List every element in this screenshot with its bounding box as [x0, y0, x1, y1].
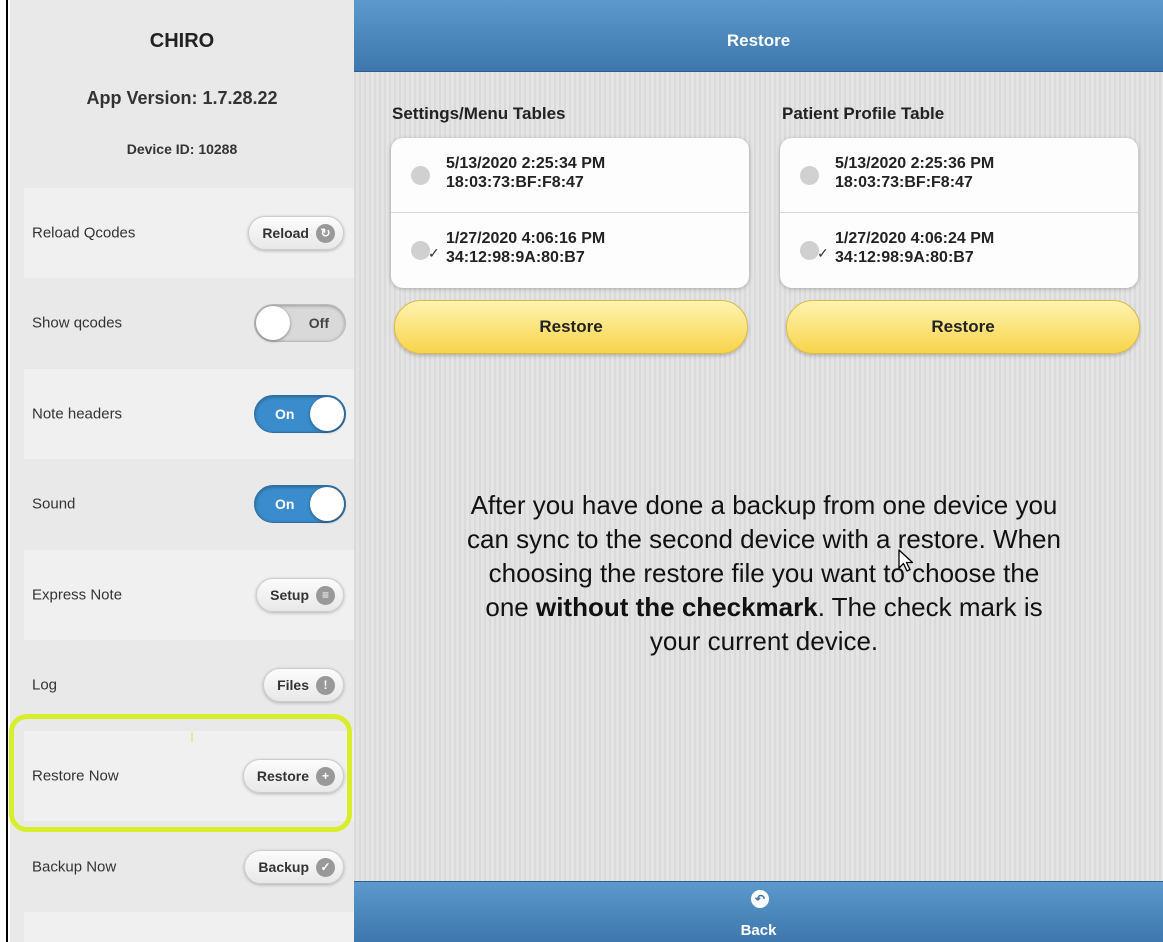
sound-row: Sound On — [24, 459, 354, 549]
log-label: Log — [32, 676, 58, 694]
restore-settings-button[interactable]: Restore — [394, 300, 748, 354]
note-headers-label: Note headers — [32, 405, 123, 423]
backup-now-row: Backup Now Backup ✓ — [24, 822, 354, 912]
sound-toggle-label: On — [275, 496, 295, 512]
express-note-label: Express Note — [32, 586, 123, 604]
back-icon[interactable]: ↶ — [751, 890, 769, 908]
refresh-icon: ↻ — [316, 223, 335, 243]
settings-tables-list: 5/13/2020 2:25:34 PM 18:03:73:BF:F8:47 ✓… — [391, 138, 749, 288]
list-item-text: 5/13/2020 2:25:36 PM 18:03:73:BF:F8:47 — [835, 154, 994, 192]
reload-qcodes-row: Reload Qcodes Reload ↻ — [24, 188, 354, 278]
reload-button[interactable]: Reload ↻ — [248, 216, 344, 250]
reload-qcodes-label: Reload Qcodes — [32, 224, 136, 242]
check-icon: ✓ — [316, 857, 335, 877]
note-headers-toggle[interactable]: On — [254, 395, 346, 433]
setup-button-label: Setup — [270, 587, 309, 603]
item-mac: 18:03:73:BF:F8:47 — [446, 174, 584, 191]
alert-icon: ! — [316, 675, 335, 695]
radio-button[interactable] — [800, 166, 819, 185]
radio-button[interactable] — [411, 166, 430, 185]
app-title: CHIRO — [149, 30, 215, 52]
backup-button-label: Backup — [258, 859, 309, 875]
reload-button-label: Reload — [262, 225, 309, 241]
toggle-knob — [256, 306, 290, 340]
annotation-mark — [191, 732, 193, 742]
list-item[interactable]: ✓ 1/27/2020 4:06:16 PM 34:12:98:9A:80:B7 — [391, 213, 749, 288]
app-version: App Version: 1.7.28.22 — [86, 88, 278, 108]
page-title: Restore — [726, 31, 791, 50]
instruction-emphasis: without the checkmark — [535, 592, 818, 622]
next-row — [24, 912, 354, 942]
restore-panel: Restore Settings/Menu Tables 5/13/2020 2… — [354, 0, 1163, 942]
backup-now-label: Backup Now — [32, 858, 117, 876]
item-mac: 34:12:98:9A:80:B7 — [835, 249, 974, 266]
note-headers-toggle-label: On — [275, 406, 295, 422]
item-mac: 34:12:98:9A:80:B7 — [446, 249, 585, 266]
checkmark-icon: ✓ — [428, 245, 440, 261]
window-edge — [0, 0, 8, 942]
list-item-text: 1/27/2020 4:06:16 PM 34:12:98:9A:80:B7 — [446, 229, 605, 267]
restore-now-highlight — [9, 714, 352, 832]
backup-button[interactable]: Backup ✓ — [244, 850, 344, 884]
list-item[interactable]: 5/13/2020 2:25:36 PM 18:03:73:BF:F8:47 — [780, 138, 1138, 213]
list-item-text: 5/13/2020 2:25:34 PM 18:03:73:BF:F8:47 — [446, 154, 605, 192]
patient-table-list: 5/13/2020 2:25:36 PM 18:03:73:BF:F8:47 ✓… — [780, 138, 1138, 288]
list-item-text: 1/27/2020 4:06:24 PM 34:12:98:9A:80:B7 — [835, 229, 994, 267]
setup-button[interactable]: Setup ≡ — [256, 578, 344, 612]
menu-icon: ≡ — [316, 585, 335, 605]
device-id: Device ID: 10288 — [126, 141, 238, 157]
note-headers-row: Note headers On — [24, 369, 354, 459]
footer-bar: ↶ Back — [354, 881, 1163, 942]
express-note-row: Express Note Setup ≡ — [24, 550, 354, 640]
show-qcodes-toggle[interactable]: Off — [254, 304, 346, 342]
sound-toggle[interactable]: On — [254, 485, 346, 523]
files-button[interactable]: Files ! — [263, 668, 344, 702]
settings-tables-title: Settings/Menu Tables — [392, 104, 566, 123]
list-item[interactable]: ✓ 1/27/2020 4:06:24 PM 34:12:98:9A:80:B7 — [780, 213, 1138, 288]
instruction-text: After you have done a backup from one de… — [464, 488, 1064, 658]
item-date: 1/27/2020 4:06:16 PM — [446, 230, 606, 247]
item-mac: 18:03:73:BF:F8:47 — [835, 174, 973, 191]
list-item[interactable]: 5/13/2020 2:25:34 PM 18:03:73:BF:F8:47 — [391, 138, 749, 213]
toggle-knob — [310, 487, 344, 521]
item-date: 1/27/2020 4:06:24 PM — [835, 230, 995, 247]
restore-patient-button[interactable]: Restore — [786, 300, 1140, 354]
header-bar: Restore — [354, 0, 1163, 72]
patient-table-title: Patient Profile Table — [782, 104, 945, 123]
sound-label: Sound — [32, 495, 76, 513]
item-date: 5/13/2020 2:25:34 PM — [446, 155, 606, 172]
show-qcodes-row: Show qcodes Off — [24, 278, 354, 368]
back-button[interactable]: Back — [354, 922, 1163, 939]
show-qcodes-label: Show qcodes — [32, 314, 123, 332]
files-button-label: Files — [277, 677, 309, 693]
item-date: 5/13/2020 2:25:36 PM — [835, 155, 995, 172]
checkmark-icon: ✓ — [817, 245, 829, 261]
show-qcodes-toggle-label: Off — [308, 315, 329, 331]
mouse-cursor-icon — [898, 549, 914, 572]
toggle-knob — [310, 397, 344, 431]
